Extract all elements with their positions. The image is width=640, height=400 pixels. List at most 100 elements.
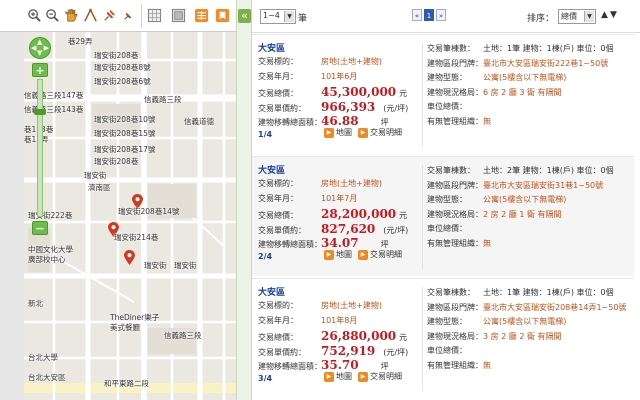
management-label: 有無管理組織： xyxy=(427,360,483,370)
management-label: 有無管理組織： xyxy=(427,116,483,126)
district-link[interactable]: 大安區 xyxy=(258,41,285,54)
unit-price-unit: (元/坪) xyxy=(383,347,409,357)
street-label: 瑞安街208巷17號 xyxy=(94,145,156,154)
type-label: 交易標的： xyxy=(258,179,298,188)
area-value: 35.70 xyxy=(321,358,359,372)
street-label: 廣部校中心 xyxy=(28,255,66,264)
sort-label: 排序： xyxy=(527,14,555,24)
street-label: 瑞安街 xyxy=(84,171,107,180)
count-label: 交易筆棟數： xyxy=(427,166,475,175)
total-price-value: 26,880,000 xyxy=(321,329,397,343)
total-price-label: 交易總價： xyxy=(258,211,298,220)
record-actions: ▶ 地圖 ▶ 交易明細 xyxy=(324,371,402,382)
date-label: 交易年月： xyxy=(258,315,298,325)
pagination: «1» xyxy=(412,9,446,23)
detail-button[interactable]: ▶ 交易明細 xyxy=(358,249,402,260)
push-pin-tool-icon[interactable] xyxy=(101,7,118,24)
bookmark-tool-icon[interactable] xyxy=(214,7,231,24)
street-label: 瑞安街208巷8號 xyxy=(94,63,151,72)
detail-list-icon: ▶ xyxy=(358,127,368,138)
record-index: 1/4 xyxy=(258,130,273,139)
push-pin-tool-icon[interactable] xyxy=(120,7,137,24)
street-label: 台北大安區 xyxy=(28,373,66,382)
detail-button[interactable]: ▶ 交易明細 xyxy=(358,371,402,382)
street-map[interactable]: 巷29弄 瑞安街208巷 瑞安街208巷8號 瑞安街208巷6號 信義路三段147巷 信義… xyxy=(24,32,236,400)
collapse-map-button[interactable]: « xyxy=(238,9,251,23)
sort-ascending-button[interactable]: ▲ xyxy=(601,10,608,20)
unit-price-value: 827,620 xyxy=(321,221,376,236)
total-price-unit: 元 xyxy=(399,333,408,342)
type-value: 房地(土地+建物) xyxy=(321,301,382,310)
address-label: 建物區段門牌： xyxy=(427,58,483,68)
transaction-card: 大安區 交易標的： 房地(土地+建物) 交易年月： 101年6月 交易總價： 45,3… xyxy=(252,34,634,154)
parking-price-label: 車位總價： xyxy=(427,346,467,355)
map-zoom-out-button[interactable]: − xyxy=(32,221,48,235)
sort-field-value: 總價 xyxy=(561,12,577,21)
address-value: 臺北市大安區瑞安街222巷1~50號 xyxy=(483,58,609,68)
transaction-card: 大安區 交易標的： 房地(土地+建物) 交易年月： 101年7月 交易總價： 28,2… xyxy=(252,156,634,276)
detail-button[interactable]: ▶ 交易明細 xyxy=(358,127,402,138)
sort-descending-button[interactable]: ▼ xyxy=(610,10,617,20)
building-type-value: 公寓(5樓含以下無電梯) xyxy=(483,195,567,204)
sort-field-select[interactable]: 總價 ▼ xyxy=(558,9,596,24)
address-value: 臺北市大安區瑞安街208巷14弄1~50號 xyxy=(483,302,627,312)
street-label: 瑞安街208巷15號 xyxy=(94,129,156,138)
detail-button-label: 交易明細 xyxy=(370,128,402,137)
management-label: 有無管理組織： xyxy=(427,238,483,248)
map-marker-icon[interactable] xyxy=(124,250,135,265)
card-divider xyxy=(422,165,423,269)
count-value: 土地：2筆 建物：1棟(戶) 車位：0個 xyxy=(483,166,614,175)
map-button[interactable]: ▶ 地圖 xyxy=(324,249,352,260)
record-index: 2/4 xyxy=(258,252,273,261)
detail-button-label: 交易明細 xyxy=(370,372,402,381)
pager-next-button[interactable]: » xyxy=(436,9,446,21)
map-button[interactable]: ▶ 地圖 xyxy=(324,127,352,138)
detail-list-icon: ▶ xyxy=(358,249,368,260)
district-link[interactable]: 大安區 xyxy=(258,285,285,298)
street-label: 瑞安街208巷10號 xyxy=(94,115,156,124)
map-zoom-in-button[interactable]: + xyxy=(32,63,48,77)
record-actions: ▶ 地圖 ▶ 交易明細 xyxy=(324,127,402,138)
map-zoom-slider[interactable] xyxy=(34,79,46,217)
transaction-summary: 交易標的： 房地(土地+建物) 交易年月： 101年8月 交易總價： 26,880,0… xyxy=(258,300,418,373)
district-link[interactable]: 大安區 xyxy=(258,163,285,176)
transaction-summary: 交易標的： 房地(土地+建物) 交易年月： 101年7月 交易總價： 28,200,0… xyxy=(258,178,418,251)
total-price-unit: 元 xyxy=(399,211,408,220)
street-label: 美式餐廳 xyxy=(110,323,140,332)
area-value: 34.07 xyxy=(321,236,359,250)
street-label: 瑞安街208巷6號 xyxy=(94,77,151,86)
type-value: 房地(土地+建物) xyxy=(321,179,382,188)
panel-collapse-bar: « xyxy=(236,0,252,400)
layout-label: 建物現況格局： xyxy=(427,331,483,341)
pager-prev-button[interactable]: « xyxy=(412,9,422,21)
pager-page-button[interactable]: 1 xyxy=(424,9,434,21)
card-divider xyxy=(422,287,423,391)
pan-hand-tool-icon[interactable] xyxy=(62,7,79,24)
map-zoom-slider-thumb[interactable] xyxy=(34,108,46,115)
transaction-details: 交易筆棟數： 土地：1筆 建物：1棟(戶) 車位：0個 建物區段門牌： 臺北市大安區… xyxy=(427,43,632,130)
parking-price-label: 車位總價： xyxy=(427,224,467,233)
transaction-list-panel: 1~4 ▼ 筆 «1» 排序： 總價 ▼ ▲ ▼ 大安區 交易標的： 房地(土地+… xyxy=(252,0,640,400)
area-label: 建物移轉總面積： xyxy=(258,362,322,371)
record-range-select[interactable]: 1~4 ▼ xyxy=(260,9,296,24)
record-range-value: 1~4 xyxy=(263,11,280,20)
date-label: 交易年月： xyxy=(258,71,298,81)
map-button[interactable]: ▶ 地圖 xyxy=(324,371,352,382)
type-label: 交易標的： xyxy=(258,301,298,310)
street-label: 瑞安街208巷14號 xyxy=(118,207,180,216)
total-price-value: 45,300,000 xyxy=(321,85,397,99)
zoom-out-tool-icon[interactable] xyxy=(44,7,61,24)
layout-value: 3 房 2 廳 2 衛 有隔間 xyxy=(483,331,562,341)
unit-price-unit: (元/坪) xyxy=(383,225,409,235)
parking-price-label: 車位總價： xyxy=(427,102,467,111)
satellite-tool-icon[interactable] xyxy=(170,7,187,24)
map-pan-control[interactable]: ▲ ▼ ◀ ▶ xyxy=(29,37,51,59)
grid-map-tool-icon[interactable] xyxy=(146,7,163,24)
type-label: 交易標的： xyxy=(258,57,298,66)
date-value: 101年6月 xyxy=(321,71,358,81)
zoom-in-tool-icon[interactable] xyxy=(26,7,43,24)
map-button-label: 地圖 xyxy=(336,250,352,259)
measure-distance-tool-icon[interactable] xyxy=(82,7,99,24)
layers-tool-icon[interactable] xyxy=(193,7,210,24)
building-type-label: 建物型態： xyxy=(427,73,467,82)
